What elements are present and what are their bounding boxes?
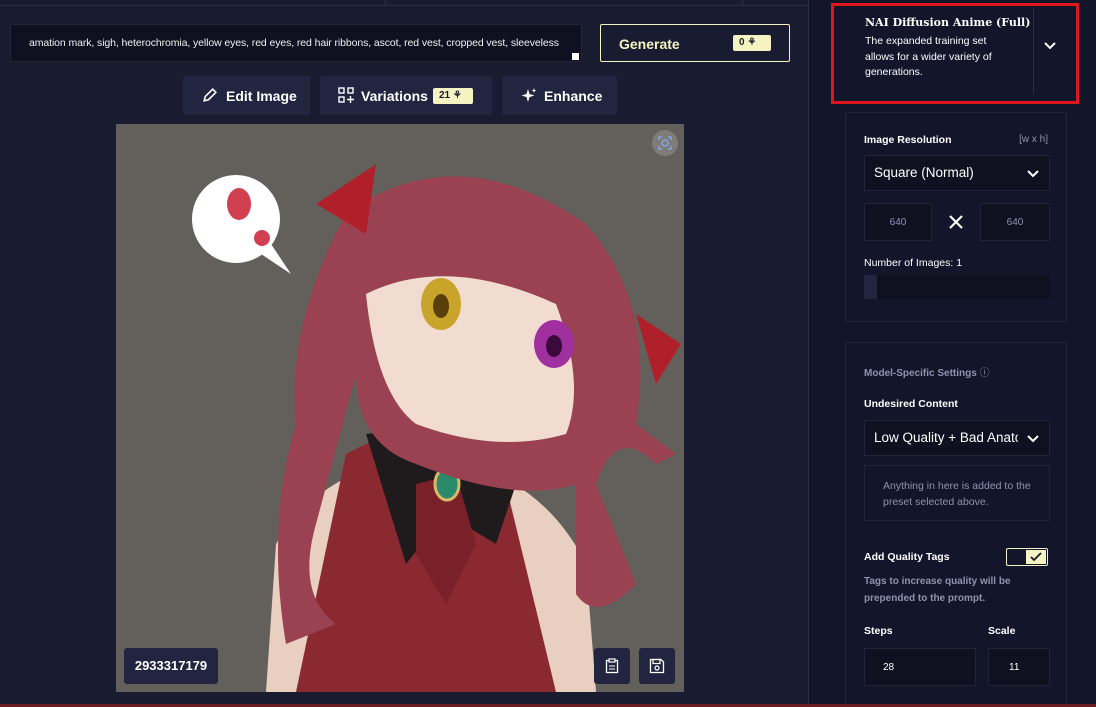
model-settings-panel: Model-Specific Settings ⓘ Undesired Cont… bbox=[845, 342, 1067, 707]
resize-handle[interactable] bbox=[572, 53, 579, 60]
anlas-cost-badge: 0 ⚘ bbox=[733, 35, 771, 51]
generated-image[interactable]: 2933317179 bbox=[116, 124, 684, 692]
copy-to-clipboard-button[interactable] bbox=[594, 648, 630, 684]
main-area: amation mark, sigh, heterochromia, yello… bbox=[0, 0, 808, 707]
settings-sidebar: NAI Diffusion Anime (Full) The expanded … bbox=[808, 0, 1096, 707]
anime-girl-illustration bbox=[116, 124, 684, 692]
width-input[interactable]: 640 bbox=[864, 203, 932, 241]
undesired-label: Undesired Content bbox=[864, 398, 958, 410]
times-icon bbox=[949, 215, 963, 229]
undesired-placeholder: Anything in here is added to the preset … bbox=[883, 480, 1031, 508]
variations-cost-badge: 21 ⚘ bbox=[433, 88, 473, 104]
check-icon bbox=[1030, 552, 1042, 562]
generate-button[interactable]: Generate 0 ⚘ bbox=[600, 24, 790, 62]
undesired-dropdown[interactable]: Low Quality + Bad Anatomy bbox=[864, 420, 1050, 456]
model-settings-title: Model-Specific Settings ⓘ bbox=[864, 364, 990, 379]
num-images-label: Number of Images: 1 bbox=[864, 257, 962, 269]
height-input[interactable]: 640 bbox=[980, 203, 1050, 241]
variations-icon bbox=[338, 87, 354, 103]
help-icon[interactable]: ⓘ bbox=[980, 368, 990, 379]
quality-tags-label: Add Quality Tags bbox=[864, 551, 950, 563]
chevron-down-icon bbox=[1027, 435, 1039, 443]
scale-label: Scale bbox=[988, 625, 1016, 637]
generate-cost: 0 bbox=[739, 37, 745, 48]
enhance-label: Enhance bbox=[544, 88, 603, 104]
num-images-value: 1 bbox=[956, 257, 963, 269]
num-images-text: Number of Images: bbox=[864, 257, 954, 269]
variations-label: Variations bbox=[361, 88, 428, 104]
model-settings-title-text: Model-Specific Settings bbox=[864, 368, 977, 379]
quality-tags-desc: Tags to increase quality will be prepend… bbox=[864, 576, 1011, 604]
prompt-input[interactable]: amation mark, sigh, heterochromia, yello… bbox=[10, 24, 582, 62]
steps-input[interactable]: 28 bbox=[864, 648, 976, 686]
chevron-down-icon bbox=[1027, 170, 1039, 178]
anlas-icon: ⚘ bbox=[452, 90, 462, 101]
resolution-preset: Square (Normal) bbox=[874, 165, 974, 180]
quality-tags-toggle[interactable] bbox=[1006, 548, 1048, 566]
edit-image-label: Edit Image bbox=[226, 88, 297, 104]
variations-button[interactable]: Variations 21 ⚘ bbox=[320, 76, 492, 115]
edit-image-button[interactable]: Edit Image bbox=[183, 76, 310, 115]
resolution-hint: [w x h] bbox=[1019, 134, 1048, 145]
prompt-text[interactable]: amation mark, sigh, heterochromia, yello… bbox=[29, 37, 559, 49]
undesired-content-input[interactable]: Anything in here is added to the preset … bbox=[864, 465, 1050, 521]
generate-label: Generate bbox=[619, 36, 680, 52]
enhance-button[interactable]: Enhance bbox=[502, 76, 617, 115]
save-icon bbox=[649, 658, 665, 674]
slider-fill bbox=[864, 275, 878, 299]
top-divider bbox=[0, 0, 808, 6]
resolution-panel: Image Resolution [w x h] Square (Normal)… bbox=[845, 112, 1067, 322]
sparkle-icon bbox=[521, 88, 537, 102]
resolution-label: Image Resolution bbox=[864, 134, 952, 146]
highlight-box bbox=[831, 3, 1079, 104]
save-image-button[interactable] bbox=[639, 648, 675, 684]
clipboard-icon bbox=[605, 658, 619, 674]
seed-button[interactable]: 2933317179 bbox=[124, 648, 218, 684]
steps-label: Steps bbox=[864, 625, 893, 637]
focus-icon bbox=[658, 136, 672, 150]
scale-input[interactable]: 11 bbox=[988, 648, 1050, 686]
variations-cost: 21 bbox=[439, 90, 451, 101]
focus-button[interactable] bbox=[652, 130, 678, 156]
undesired-preset: Low Quality + Bad Anatomy bbox=[874, 430, 1018, 445]
pencil-icon bbox=[203, 87, 218, 102]
anlas-icon: ⚘ bbox=[747, 37, 757, 48]
num-images-slider[interactable] bbox=[864, 275, 1050, 299]
resolution-dropdown[interactable]: Square (Normal) bbox=[864, 155, 1050, 191]
